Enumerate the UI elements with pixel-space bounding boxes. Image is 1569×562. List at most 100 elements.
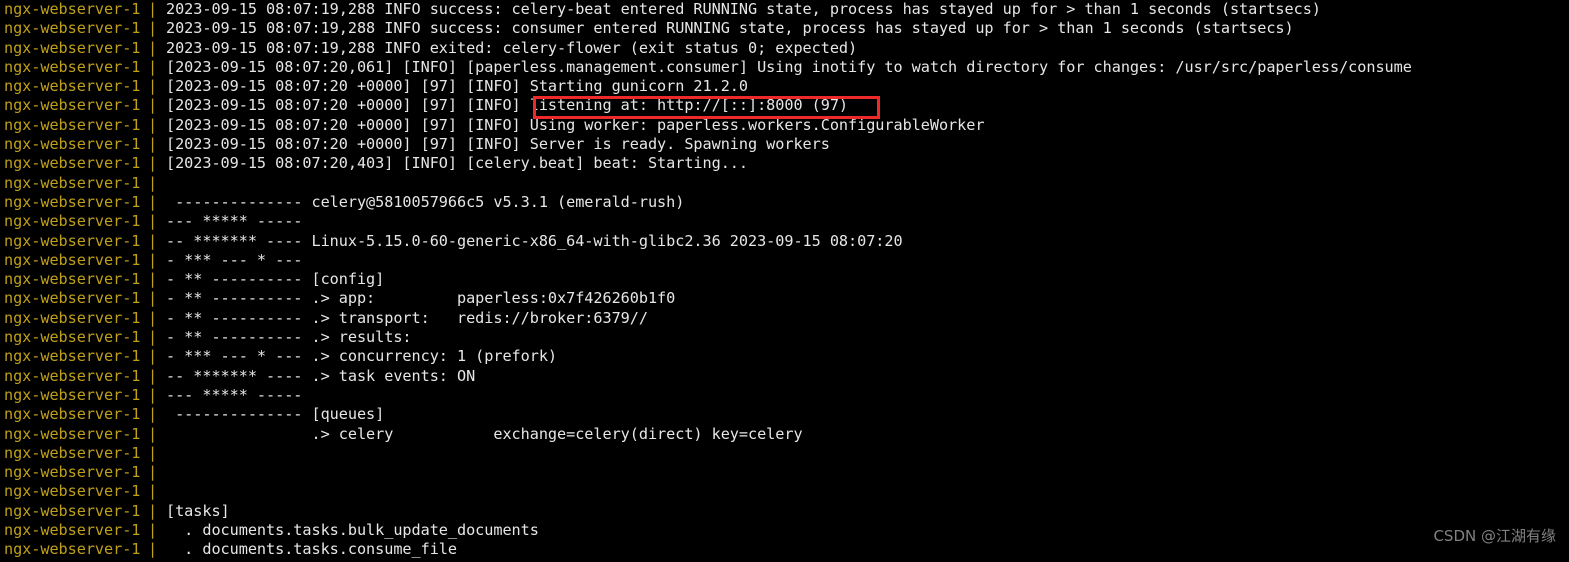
log-message: -- ******* ---- Linux-5.15.0-60-generic-…: [166, 231, 903, 250]
log-message: [2023-09-15 08:07:20,061] [INFO] [paperl…: [166, 57, 1412, 76]
log-line: ngx-webserver-1 | --- ***** -----: [0, 212, 1569, 231]
log-service-name: ngx-webserver-1: [4, 385, 141, 404]
log-separator: |: [148, 501, 158, 520]
log-message: [2023-09-15 08:07:20 +0000] [97] [INFO] …: [166, 77, 748, 96]
log-line: ngx-webserver-1 |: [0, 444, 1569, 463]
log-service-name: ngx-webserver-1: [4, 308, 141, 327]
log-separator: |: [148, 289, 158, 308]
log-separator: |: [148, 57, 158, 76]
log-service-name: ngx-webserver-1: [4, 347, 141, 366]
log-service-name: ngx-webserver-1: [4, 328, 141, 347]
log-service-name: ngx-webserver-1: [4, 366, 141, 385]
log-line: ngx-webserver-1 |: [0, 463, 1569, 482]
log-service-name: ngx-webserver-1: [4, 250, 141, 269]
log-service-name: ngx-webserver-1: [4, 231, 141, 250]
log-service-name: ngx-webserver-1: [4, 38, 141, 57]
log-service-name: ngx-webserver-1: [4, 0, 141, 18]
log-line: ngx-webserver-1 | [2023-09-15 08:07:20,061…: [0, 58, 1569, 77]
log-message: . documents.tasks.consume_file: [166, 540, 457, 559]
log-service-name: ngx-webserver-1: [4, 482, 141, 501]
log-separator: |: [148, 328, 158, 347]
log-message: . documents.tasks.bulk_update_documents: [166, 521, 539, 540]
log-line: ngx-webserver-1 | - *** --- * ---: [0, 251, 1569, 270]
log-separator: |: [148, 192, 158, 211]
log-separator: |: [148, 405, 158, 424]
log-line: ngx-webserver-1 | -------------- celery@5…: [0, 193, 1569, 212]
log-separator: |: [148, 270, 158, 289]
log-separator: |: [148, 96, 158, 115]
log-service-name: ngx-webserver-1: [4, 154, 141, 173]
log-message: [2023-09-15 08:07:20 +0000] [97] [INFO] …: [166, 96, 849, 115]
log-service-name: ngx-webserver-1: [4, 115, 141, 134]
log-service-name: ngx-webserver-1: [4, 521, 141, 540]
log-separator: |: [148, 250, 158, 269]
log-message: [tasks]: [166, 501, 230, 520]
log-service-name: ngx-webserver-1: [4, 135, 141, 154]
log-message: [2023-09-15 08:07:20 +0000] [97] [INFO] …: [166, 115, 985, 134]
log-message: 2023-09-15 08:07:19,288 INFO exited: cel…: [166, 38, 858, 57]
log-separator: |: [148, 347, 158, 366]
log-line: ngx-webserver-1 | .> celery exchange=cele…: [0, 425, 1569, 444]
terminal-log-viewport[interactable]: ngx-webserver-1 | 2023-09-15 08:07:19,288 …: [0, 0, 1569, 562]
log-message: 2023-09-15 08:07:19,288 INFO success: co…: [166, 19, 1294, 38]
log-line: ngx-webserver-1 | 2023-09-15 08:07:19,288 …: [0, 0, 1569, 19]
log-message: [2023-09-15 08:07:20,403] [INFO] [celery…: [166, 154, 748, 173]
log-line: ngx-webserver-1 | . documents.tasks.bulk_…: [0, 521, 1569, 540]
log-message: -------------- celery@5810057966c5 v5.3.…: [166, 192, 685, 211]
log-line: ngx-webserver-1 | [2023-09-15 08:07:20 +00…: [0, 96, 1569, 115]
log-line: ngx-webserver-1 | [2023-09-15 08:07:20 +00…: [0, 135, 1569, 154]
log-line: ngx-webserver-1 | - ** ---------- .> app: …: [0, 289, 1569, 308]
log-separator: |: [148, 77, 158, 96]
log-message: - ** ---------- [config]: [166, 270, 385, 289]
log-message: - *** --- * ---: [166, 250, 312, 269]
log-line: ngx-webserver-1 | [2023-09-15 08:07:20 +00…: [0, 77, 1569, 96]
log-line: ngx-webserver-1 | -------------- [queues]: [0, 405, 1569, 424]
log-separator: |: [148, 135, 158, 154]
log-line: ngx-webserver-1 | [tasks]: [0, 502, 1569, 521]
log-message: --- ***** -----: [166, 385, 312, 404]
log-service-name: ngx-webserver-1: [4, 173, 141, 192]
log-separator: |: [148, 212, 158, 231]
log-service-name: ngx-webserver-1: [4, 289, 141, 308]
watermark-label: CSDN @江湖有缘: [1433, 527, 1556, 545]
log-message: - ** ---------- .> transport: redis://br…: [166, 308, 648, 327]
log-separator: |: [148, 540, 158, 559]
log-service-name: ngx-webserver-1: [4, 443, 141, 462]
log-service-name: ngx-webserver-1: [4, 212, 141, 231]
log-line: ngx-webserver-1 | - *** --- * --- .> concu…: [0, 347, 1569, 366]
log-separator: |: [148, 38, 158, 57]
log-service-name: ngx-webserver-1: [4, 270, 141, 289]
log-service-name: ngx-webserver-1: [4, 424, 141, 443]
log-separator: |: [148, 366, 158, 385]
log-separator: |: [148, 521, 158, 540]
log-service-name: ngx-webserver-1: [4, 540, 141, 559]
log-message: -------------- [queues]: [166, 405, 385, 424]
log-line: ngx-webserver-1 | 2023-09-15 08:07:19,288 …: [0, 39, 1569, 58]
log-line: ngx-webserver-1 | -- ******* ---- .> task …: [0, 367, 1569, 386]
log-line: ngx-webserver-1 |: [0, 174, 1569, 193]
log-separator: |: [148, 424, 158, 443]
log-service-name: ngx-webserver-1: [4, 501, 141, 520]
log-message: --- ***** -----: [166, 212, 312, 231]
log-line: ngx-webserver-1 | 2023-09-15 08:07:19,288 …: [0, 19, 1569, 38]
log-message: - ** ---------- .> app: paperless:0x7f42…: [166, 289, 676, 308]
log-line: ngx-webserver-1 | - ** ---------- [config]: [0, 270, 1569, 289]
log-separator: |: [148, 231, 158, 250]
log-line: ngx-webserver-1 |: [0, 482, 1569, 501]
log-separator: |: [148, 385, 158, 404]
log-separator: |: [148, 0, 158, 18]
log-service-name: ngx-webserver-1: [4, 405, 141, 424]
log-separator: |: [148, 308, 158, 327]
log-line: ngx-webserver-1 | - ** ---------- .> resul…: [0, 328, 1569, 347]
log-separator: |: [148, 173, 158, 192]
log-line: ngx-webserver-1 | . documents.tasks.consu…: [0, 540, 1569, 559]
log-line: ngx-webserver-1 | - ** ---------- .> trans…: [0, 309, 1569, 328]
log-separator: |: [148, 482, 158, 501]
log-line: ngx-webserver-1 | --- ***** -----: [0, 386, 1569, 405]
log-message: - ** ---------- .> results:: [166, 328, 457, 347]
log-service-name: ngx-webserver-1: [4, 77, 141, 96]
log-separator: |: [148, 154, 158, 173]
log-separator: |: [148, 115, 158, 134]
log-line: ngx-webserver-1 | -- ******* ---- Linux-5.…: [0, 232, 1569, 251]
log-service-name: ngx-webserver-1: [4, 96, 141, 115]
